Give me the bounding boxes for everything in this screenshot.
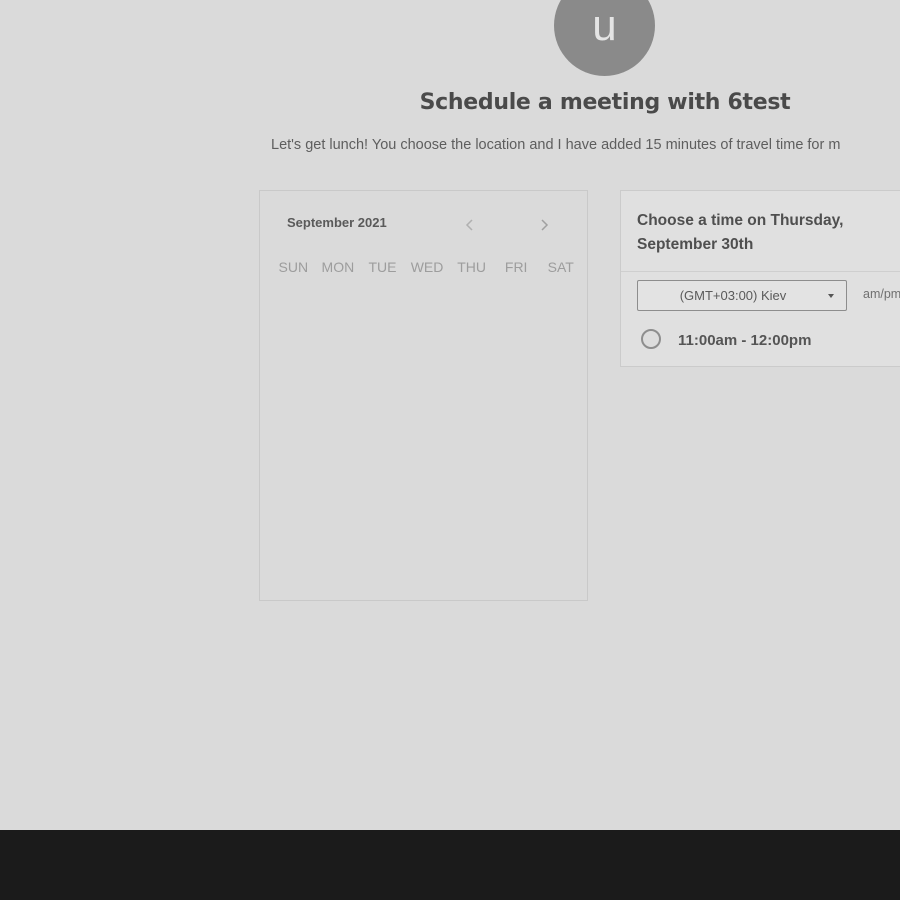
calendar-panel: September 2021 SUN MON TUE WED THU FRI S… (259, 190, 588, 601)
calendar-month-label: September 2021 (287, 215, 387, 230)
weekday-header: SUN MON TUE WED THU FRI SAT (271, 259, 583, 275)
weekday-thu: THU (457, 259, 486, 275)
meeting-description: Let's get lunch! You choose the location… (271, 137, 841, 153)
weekday-wed: WED (410, 259, 444, 275)
caret-down-icon (828, 294, 834, 298)
previous-month-button[interactable] (460, 215, 480, 235)
page-title: Schedule a meeting with 6test (419, 90, 791, 115)
bottom-bar (0, 830, 900, 900)
avatar-initial: u (592, 1, 617, 50)
timezone-value: (GMT+03:00) Kiev (679, 288, 787, 303)
weekday-fri: FRI (504, 259, 528, 275)
weekday-sun: SUN (278, 259, 309, 275)
time-heading-line2: September 30th (637, 236, 754, 253)
scheduling-page: u Schedule a meeting with 6test Let's ge… (0, 0, 900, 830)
time-picker-header: Choose a time on Thursday, September 30t… (621, 191, 900, 272)
chevron-right-icon (541, 219, 549, 231)
next-month-button[interactable] (534, 215, 554, 235)
time-format-toggle[interactable]: am/pm (863, 287, 900, 301)
time-picker-heading: Choose a time on Thursday, September 30t… (637, 209, 887, 257)
weekday-mon: MON (321, 259, 355, 275)
time-slot-option[interactable]: 11:00am - 12:00pm (621, 319, 900, 366)
time-heading-line1: Choose a time on Thursday, (637, 212, 844, 229)
host-avatar: u (554, 0, 655, 76)
weekday-tue: TUE (368, 259, 397, 275)
chevron-left-icon (465, 219, 473, 231)
time-picker-panel: Choose a time on Thursday, September 30t… (620, 190, 900, 367)
timezone-select[interactable]: (GMT+03:00) Kiev (637, 280, 847, 311)
time-slot-radio[interactable] (641, 329, 661, 349)
weekday-sat: SAT (547, 259, 574, 275)
time-slot-label: 11:00am - 12:00pm (678, 332, 812, 349)
